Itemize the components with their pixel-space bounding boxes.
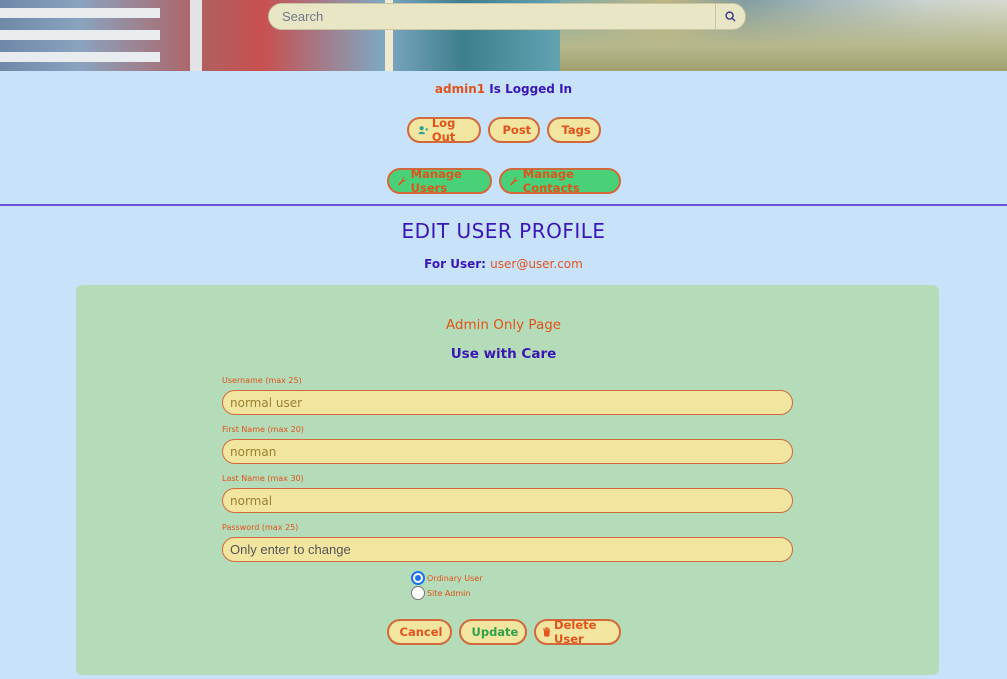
primary-nav: Log Out Post Tags [0,116,1007,144]
role-option-admin[interactable]: Site Admin [411,586,470,600]
logout-button[interactable]: Log Out [406,116,481,144]
role-option-ordinary[interactable]: Ordinary User [411,571,483,585]
trash-icon [542,627,551,637]
logged-in-username: admin1 [434,82,486,96]
radio-ordinary-label: Ordinary User [427,573,483,583]
manage-contacts-label: Manage Contacts [522,167,580,195]
admin-only-notice: Admin Only Page [445,317,562,333]
search-input[interactable] [268,3,715,30]
for-user-line: For User: user@user.com [0,257,1007,271]
last-name-field[interactable]: normal [222,488,793,513]
banner-stripe [0,30,160,40]
logout-label: Log Out [431,116,456,144]
banner-stripe [0,8,160,18]
for-user-email: user@user.com [490,257,583,271]
manage-users-label: Manage Users [410,167,462,195]
form-actions: Cancel Update Delete User [0,618,1007,646]
cancel-button[interactable]: Cancel [386,619,452,645]
delete-user-button[interactable]: Delete User [533,618,621,646]
logged-in-suffix: Is Logged In [485,82,573,96]
radio-ordinary-user[interactable] [411,571,425,585]
user-plus-icon [417,126,428,135]
last-name-label: Last Name (max 30) [222,474,304,483]
search-bar [268,3,746,30]
banner-stripe [0,52,160,62]
page-title: EDIT USER PROFILE [401,219,606,243]
tags-label: Tags [561,123,591,137]
post-label: Post [502,123,532,137]
manage-contacts-button[interactable]: Manage Contacts [498,167,621,195]
wrench-icon [397,176,407,186]
delete-user-label: Delete User [554,618,597,646]
search-icon [725,11,736,22]
username-field[interactable]: normal user [222,390,793,415]
password-field[interactable]: Only enter to change [222,537,793,562]
password-label: Password (max 25) [222,523,299,532]
first-name-field[interactable]: norman [222,439,793,464]
section-divider [0,204,1007,206]
update-button[interactable]: Update [458,619,527,645]
update-label: Update [471,625,519,639]
username-label: Username (max 25) [222,376,302,385]
login-status: admin1 Is Logged In [0,82,1007,96]
tags-button[interactable]: Tags [546,117,601,143]
radio-admin-label: Site Admin [427,588,471,598]
first-name-label: First Name (max 20) [222,425,304,434]
for-user-prefix: For User: [424,257,491,271]
cancel-label: Cancel [399,625,443,639]
care-notice: Use with Care [450,346,557,362]
wrench-icon [509,176,519,186]
admin-nav: Manage Users Manage Contacts [0,167,1007,195]
manage-users-button[interactable]: Manage Users [386,167,492,195]
edit-profile-panel [76,285,939,675]
post-button[interactable]: Post [487,117,540,143]
header-banner [0,0,1007,71]
banner-hut-edge [190,0,202,71]
search-button[interactable] [715,3,746,30]
radio-site-admin[interactable] [411,586,425,600]
